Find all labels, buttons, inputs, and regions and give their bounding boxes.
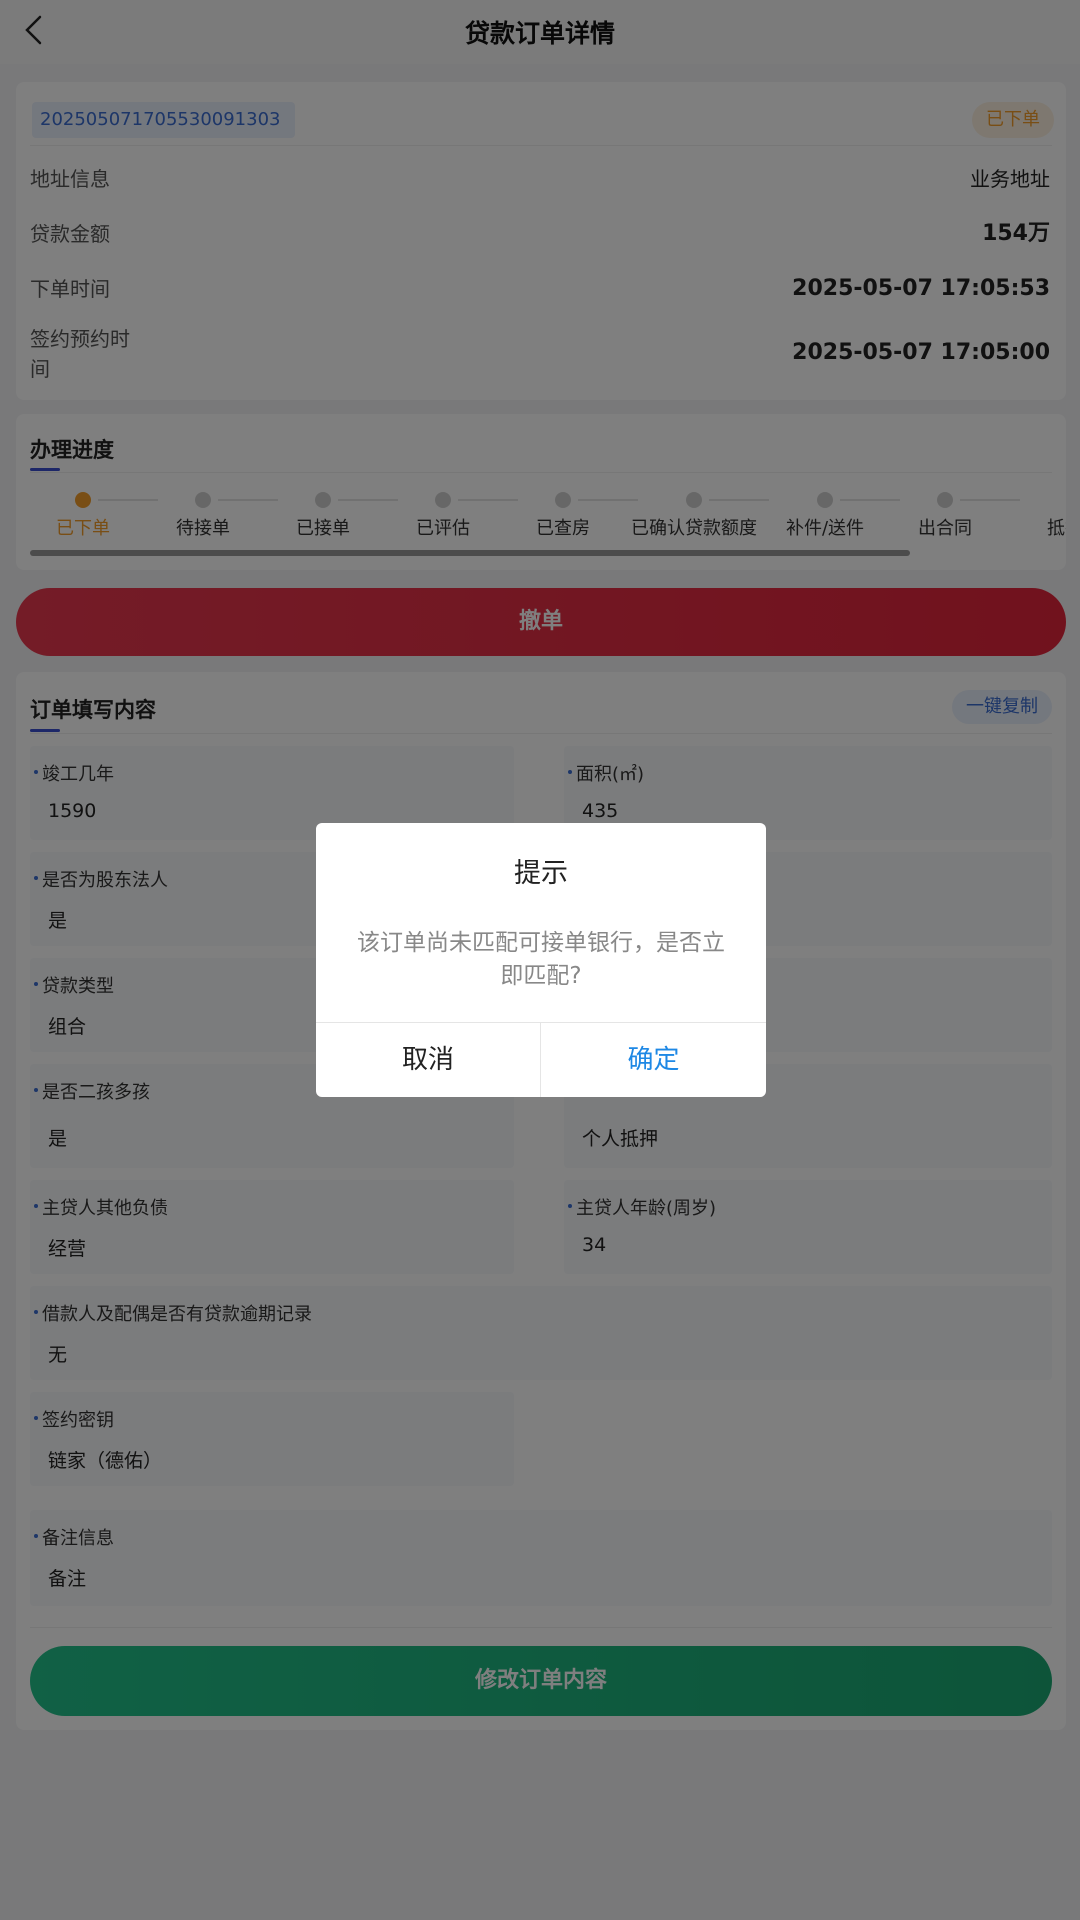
confirm-dialog: 提示 该订单尚未匹配可接单银行，是否立即匹配? 取消 确定: [316, 823, 766, 1097]
dialog-title: 提示: [514, 858, 568, 889]
dialog-cancel-button[interactable]: 取消: [316, 1023, 540, 1097]
dialog-confirm-button[interactable]: 确定: [541, 1023, 766, 1097]
dialog-message: 该订单尚未匹配可接单银行，是否立即匹配?: [357, 930, 725, 989]
